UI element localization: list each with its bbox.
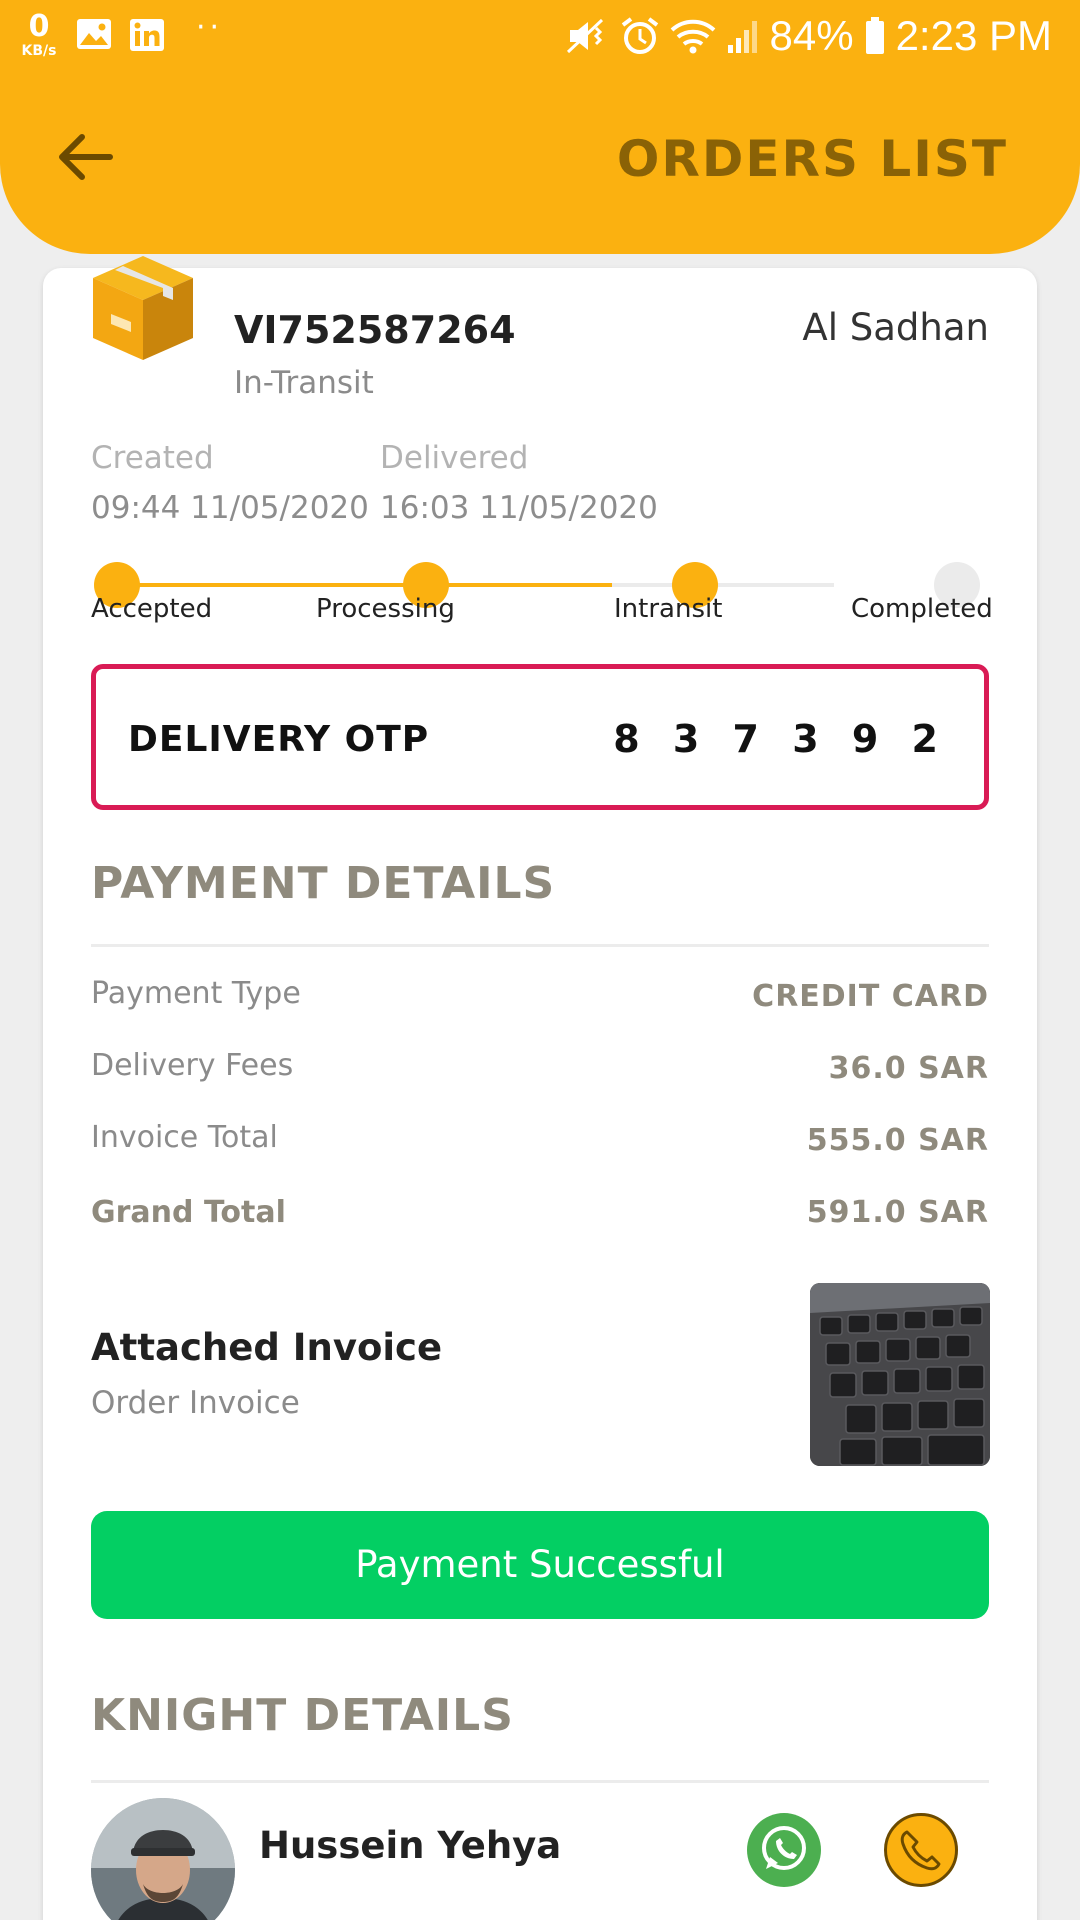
merchant-name: Al Sadhan: [802, 306, 989, 349]
signal-icon: [727, 21, 757, 53]
app-header: 0 KB/s ·· 84% 2:23 PM ORDERS LIST: [0, 0, 1080, 254]
network-speed: 0 KB/s: [14, 9, 64, 59]
whatsapp-button[interactable]: [747, 1813, 821, 1887]
delivery-otp-box: DELIVERY OTP 8 3 7 3 9 2: [91, 664, 989, 810]
grand-total-label: Grand Total: [91, 1195, 286, 1230]
invoice-total-label: Invoice Total: [91, 1120, 278, 1155]
invoice-photo-image: [810, 1283, 990, 1466]
knight-divider: [91, 1780, 989, 1783]
delivery-fees-label: Delivery Fees: [91, 1048, 294, 1083]
page-title: ORDERS LIST: [616, 130, 1008, 188]
delivered-label: Delivered: [380, 440, 529, 476]
payment-details-title: PAYMENT DETAILS: [91, 858, 556, 909]
call-button[interactable]: [884, 1813, 958, 1887]
network-speed-unit: KB/s: [21, 43, 57, 59]
payment-successful-button[interactable]: Payment Successful: [91, 1511, 989, 1619]
vibrate-icon: [566, 18, 603, 54]
invoice-thumbnail[interactable]: [810, 1283, 990, 1466]
battery-percentage: 84%: [769, 12, 854, 59]
payment-type-value: CREDIT CARD: [752, 979, 989, 1014]
wifi-icon: [670, 19, 715, 54]
step-label-completed: Completed: [851, 594, 993, 624]
network-speed-value: 0: [28, 9, 50, 44]
delivered-value: 16:03 11/05/2020: [380, 490, 658, 526]
step-label-intransit: Intransit: [614, 594, 723, 624]
back-arrow-icon[interactable]: [52, 124, 118, 190]
created-value: 09:44 11/05/2020: [91, 490, 369, 526]
order-status: In-Transit: [234, 365, 374, 401]
grand-total-value: 591.0 SAR: [806, 1195, 989, 1230]
step-label-accepted: Accepted: [91, 594, 213, 624]
clock: 2:23 PM: [895, 12, 1052, 59]
otp-code: 8 3 7 3 9 2: [613, 717, 948, 761]
alarm-icon: [621, 17, 658, 54]
order-detail-card: VI752587264 In-Transit Al Sadhan Created…: [43, 256, 1037, 1920]
order-id: VI752587264: [234, 308, 516, 352]
step-label-processing: Processing: [316, 594, 455, 624]
whatsapp-icon: [762, 1826, 806, 1870]
invoice-total-value: 555.0 SAR: [806, 1123, 989, 1158]
payment-type-label: Payment Type: [91, 976, 301, 1011]
knight-name: Hussein Yehya: [259, 1824, 562, 1867]
attached-invoice-subtitle: Order Invoice: [91, 1385, 300, 1421]
avatar: [91, 1798, 235, 1920]
phone-icon: [900, 1830, 941, 1871]
progress-track-1: [117, 583, 390, 587]
gallery-icon: [77, 19, 111, 49]
battery-icon: [865, 17, 884, 54]
package-box-icon: [93, 256, 193, 360]
attached-invoice-title: Attached Invoice: [91, 1326, 443, 1369]
delivery-fees-value: 36.0 SAR: [828, 1051, 989, 1086]
otp-label: DELIVERY OTP: [128, 719, 430, 760]
progress-track-3: [612, 583, 834, 587]
payment-divider: [91, 944, 989, 947]
linkedin-icon: [130, 19, 164, 51]
knight-photo-image: [91, 1798, 235, 1920]
status-right: 84% 2:23 PM: [566, 12, 1052, 60]
status-bar: 0 KB/s ·· 84% 2:23 PM: [0, 0, 1080, 76]
more-notifications-indicator: ··: [196, 10, 224, 45]
knight-details-title: KNIGHT DETAILS: [91, 1690, 514, 1741]
created-label: Created: [91, 440, 214, 476]
